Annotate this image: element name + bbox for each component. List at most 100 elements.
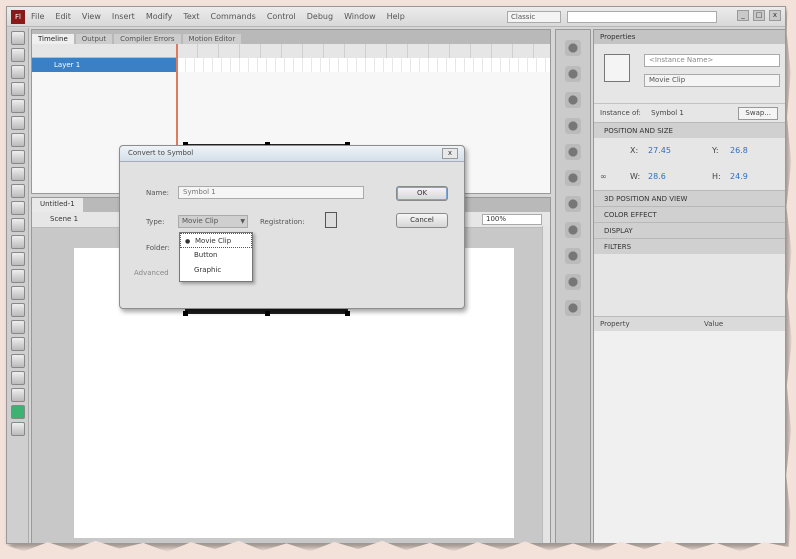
bone-tool-icon[interactable] xyxy=(11,235,25,249)
stroke-color-icon[interactable] xyxy=(11,337,25,351)
motion-presets-icon[interactable] xyxy=(565,222,581,238)
maximize-button[interactable]: □ xyxy=(753,10,765,21)
instance-name-input[interactable]: <Instance Name> xyxy=(644,54,780,67)
h-value[interactable]: 24.9 xyxy=(730,168,748,186)
dialog-close-button[interactable]: x xyxy=(442,148,458,159)
eraser-tool-icon[interactable] xyxy=(11,286,25,300)
x-value[interactable]: 27.45 xyxy=(648,142,671,160)
rectangle-tool-icon[interactable] xyxy=(11,167,25,181)
transform-handle[interactable] xyxy=(183,311,188,316)
layer-row[interactable]: Layer 1 xyxy=(32,58,550,72)
dropdown-option-button[interactable]: Button xyxy=(180,248,252,263)
zoom-tool-icon[interactable] xyxy=(11,320,25,334)
advanced-toggle[interactable]: Advanced xyxy=(134,269,169,277)
pen-tool-icon[interactable] xyxy=(11,116,25,130)
brush-tool-icon[interactable] xyxy=(11,201,25,215)
type-label: Type: xyxy=(146,218,165,226)
scene-panel-icon[interactable] xyxy=(565,300,581,316)
menu-window[interactable]: Window xyxy=(344,12,376,21)
section-display[interactable]: DISPLAY xyxy=(594,222,785,238)
lasso-tool-icon[interactable] xyxy=(11,99,25,113)
symbol-type-select[interactable]: Movie Clip ▼ xyxy=(178,215,248,228)
pencil-tool-icon[interactable] xyxy=(11,184,25,198)
layer-name[interactable]: Layer 1 xyxy=(32,58,177,72)
eyedropper-tool-icon[interactable] xyxy=(11,269,25,283)
fill-color-icon[interactable] xyxy=(11,354,25,368)
tab-output[interactable]: Output xyxy=(75,34,113,44)
smooth-icon[interactable] xyxy=(11,405,25,419)
section-filters[interactable]: FILTERS xyxy=(594,238,785,254)
swap-colors-icon[interactable] xyxy=(11,371,25,385)
symbol-name-input[interactable]: Symbol 1 xyxy=(178,186,364,199)
menu-file[interactable]: File xyxy=(31,12,44,21)
menu-control[interactable]: Control xyxy=(267,12,296,21)
tab-properties[interactable]: Properties xyxy=(594,30,785,44)
dialog-titlebar[interactable]: Convert to Symbol x xyxy=(120,146,464,162)
free-transform-tool-icon[interactable] xyxy=(11,65,25,79)
menu-modify[interactable]: Modify xyxy=(146,12,173,21)
actions-panel-icon[interactable] xyxy=(565,248,581,264)
info-panel-icon[interactable] xyxy=(565,118,581,134)
minimize-button[interactable]: _ xyxy=(737,10,749,21)
menu-text[interactable]: Text xyxy=(183,12,199,21)
menu-bar: Fl File Edit View Insert Modify Text Com… xyxy=(7,7,785,27)
menu-help[interactable]: Help xyxy=(387,12,405,21)
window-controls: _ □ x xyxy=(737,10,781,21)
menu-view[interactable]: View xyxy=(82,12,101,21)
hand-tool-icon[interactable] xyxy=(11,303,25,317)
3d-rotation-tool-icon[interactable] xyxy=(11,82,25,96)
menu-insert[interactable]: Insert xyxy=(112,12,135,21)
color-panel-icon[interactable] xyxy=(565,40,581,56)
deco-tool-icon[interactable] xyxy=(11,218,25,232)
subselection-tool-icon[interactable] xyxy=(11,48,25,62)
text-tool-icon[interactable] xyxy=(11,133,25,147)
instance-type-select[interactable]: Movie Clip xyxy=(644,74,780,87)
tab-timeline[interactable]: Timeline xyxy=(32,34,74,44)
y-label: Y: xyxy=(712,146,719,155)
menu-commands[interactable]: Commands xyxy=(211,12,256,21)
dropdown-option-movie-clip[interactable]: Movie Clip xyxy=(180,233,252,249)
menu-edit[interactable]: Edit xyxy=(55,12,71,21)
vertical-scrollbar[interactable] xyxy=(542,226,550,543)
history-panel-icon[interactable] xyxy=(565,274,581,290)
instance-of-row: Instance of: Symbol 1 Swap... xyxy=(594,104,785,122)
snap-icon[interactable] xyxy=(11,388,25,402)
tab-compiler-errors[interactable]: Compiler Errors xyxy=(114,34,181,44)
search-input[interactable] xyxy=(567,11,717,23)
document-tab[interactable]: Untitled-1 xyxy=(32,198,83,212)
ok-button[interactable]: OK xyxy=(396,186,448,201)
selection-tool-icon[interactable] xyxy=(11,31,25,45)
symbol-type-value: Movie Clip xyxy=(182,217,219,225)
swap-button[interactable]: Swap... xyxy=(738,107,778,120)
swatches-panel-icon[interactable] xyxy=(565,66,581,82)
paint-bucket-tool-icon[interactable] xyxy=(11,252,25,266)
section-3d-position[interactable]: 3D POSITION AND VIEW xyxy=(594,190,785,206)
align-panel-icon[interactable] xyxy=(565,92,581,108)
scene-label[interactable]: Scene 1 xyxy=(50,215,78,223)
tab-motion-editor[interactable]: Motion Editor xyxy=(182,34,242,44)
app-window: Fl File Edit View Insert Modify Text Com… xyxy=(6,6,786,544)
transform-panel-icon[interactable] xyxy=(565,144,581,160)
section-color-effect[interactable]: COLOR EFFECT xyxy=(594,206,785,222)
registration-grid-icon[interactable] xyxy=(325,212,337,228)
lock-icon[interactable]: ∞ xyxy=(600,168,607,186)
line-tool-icon[interactable] xyxy=(11,150,25,164)
zoom-select[interactable]: 100% xyxy=(482,214,542,225)
w-value[interactable]: 28.6 xyxy=(648,168,666,186)
cancel-button[interactable]: Cancel xyxy=(396,213,448,228)
section-position-size[interactable]: POSITION AND SIZE xyxy=(594,122,785,138)
layer-frames[interactable] xyxy=(177,58,550,72)
frame-ruler[interactable] xyxy=(177,44,550,58)
transform-handle[interactable] xyxy=(265,311,270,316)
transform-handle[interactable] xyxy=(345,311,350,316)
workspace-select[interactable]: Classic xyxy=(507,11,561,23)
instance-of-label: Instance of: xyxy=(600,109,641,117)
y-value[interactable]: 26.8 xyxy=(730,142,748,160)
menu-debug[interactable]: Debug xyxy=(307,12,333,21)
close-button[interactable]: x xyxy=(769,10,781,21)
dropdown-option-graphic[interactable]: Graphic xyxy=(180,263,252,278)
straighten-icon[interactable] xyxy=(11,422,25,436)
library-panel-icon[interactable] xyxy=(565,170,581,186)
instance-header: <Instance Name> Movie Clip xyxy=(594,44,785,104)
components-panel-icon[interactable] xyxy=(565,196,581,212)
